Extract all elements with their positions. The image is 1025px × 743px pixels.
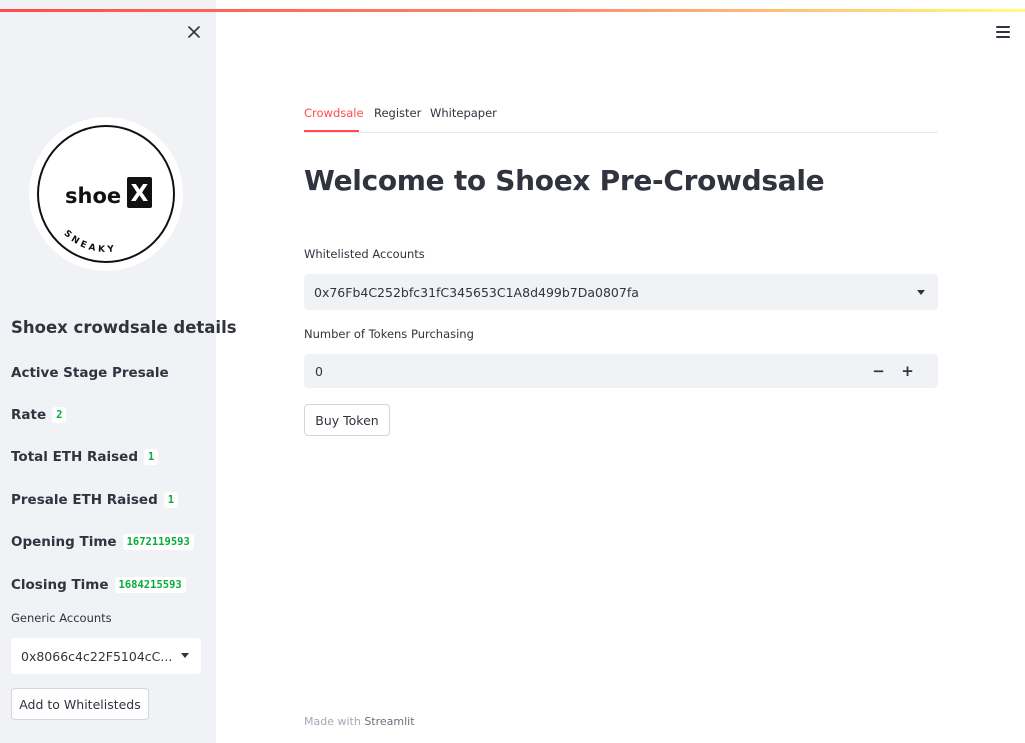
buy-token-button[interactable]: Buy Token: [304, 404, 390, 436]
detail-presale-eth: Presale ETH Raised 1: [11, 492, 179, 508]
logo-x-mark: X: [131, 181, 149, 207]
detail-label: Presale ETH Raised: [11, 492, 158, 508]
close-sidebar-button[interactable]: [184, 22, 204, 42]
detail-label: Total ETH Raised: [11, 449, 138, 465]
generic-accounts-value: 0x8066c4c22F5104cC...: [21, 648, 171, 664]
detail-value-badge: 1672119593: [122, 534, 194, 550]
add-to-whitelist-button[interactable]: Add to Whitelisteds: [11, 688, 149, 720]
tokens-number-input: − +: [304, 354, 938, 388]
close-icon: [188, 26, 200, 38]
generic-accounts-label: Generic Accounts: [11, 611, 112, 625]
footer: Made with Streamlit: [304, 715, 415, 728]
detail-value-badge: 1: [144, 449, 159, 465]
sidebar-title: Shoex crowdsale details: [11, 318, 237, 337]
footer-text: Made with: [304, 715, 365, 728]
detail-opening-time: Opening Time 1672119593: [11, 534, 194, 550]
tab-bar: Crowdsale Register Whitepaper: [304, 104, 938, 133]
caret-down-icon: [181, 653, 189, 658]
detail-closing-time: Closing Time 1684215593: [11, 577, 186, 593]
detail-total-eth: Total ETH Raised 1: [11, 449, 159, 465]
whitelisted-accounts-label: Whitelisted Accounts: [304, 247, 425, 261]
tab-crowdsale[interactable]: Crowdsale: [304, 106, 364, 120]
detail-label: Active Stage Presale: [11, 365, 169, 381]
tokens-input[interactable]: [304, 354, 864, 388]
caret-down-icon: [917, 290, 925, 295]
detail-value-badge: 2: [52, 407, 67, 423]
tab-whitepaper[interactable]: Whitepaper: [430, 106, 497, 120]
active-tab-indicator: [304, 130, 359, 132]
shoex-logo: shoe X SNEAKY: [29, 117, 183, 271]
tab-register[interactable]: Register: [374, 106, 421, 120]
generic-accounts-select[interactable]: 0x8066c4c22F5104cC...: [11, 638, 201, 674]
increment-button[interactable]: +: [893, 354, 922, 388]
whitelisted-accounts-value: 0x76Fb4C252bfc31fC345653C1A8d499b7Da0807…: [314, 284, 639, 300]
detail-rate: Rate 2: [11, 407, 67, 423]
detail-label: Rate: [11, 407, 47, 423]
detail-label: Closing Time: [11, 577, 109, 593]
logo-wordmark: shoe: [65, 184, 121, 208]
sidebar: shoe X SNEAKY Shoex crowdsale details Ac…: [0, 0, 237, 743]
tokens-label: Number of Tokens Purchasing: [304, 327, 474, 341]
whitelisted-accounts-select[interactable]: 0x76Fb4C252bfc31fC345653C1A8d499b7Da0807…: [304, 274, 938, 310]
detail-value-badge: 1684215593: [114, 577, 186, 593]
detail-active-stage: Active Stage Presale: [11, 365, 169, 381]
page-title: Welcome to Shoex Pre-Crowdsale: [304, 164, 825, 197]
top-decoration-bar: [0, 9, 1025, 12]
detail-value-badge: 1: [163, 492, 179, 508]
detail-label: Opening Time: [11, 534, 117, 550]
hamburger-menu-icon[interactable]: [996, 26, 1010, 38]
decrement-button[interactable]: −: [864, 354, 893, 388]
streamlit-link[interactable]: Streamlit: [364, 715, 414, 728]
